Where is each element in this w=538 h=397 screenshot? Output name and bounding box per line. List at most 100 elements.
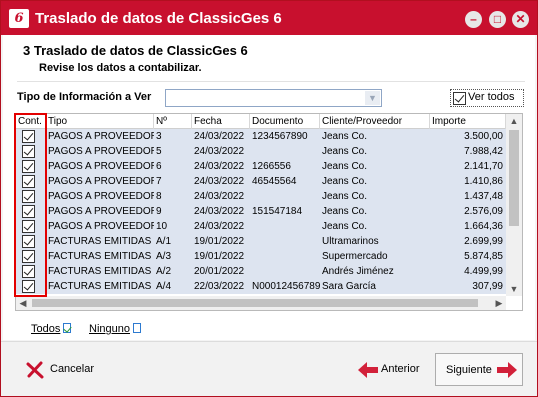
- next-button[interactable]: Siguiente: [435, 353, 523, 386]
- col-documento[interactable]: Documento: [250, 114, 320, 129]
- cell-importe: 1.437,48: [430, 189, 506, 204]
- cell-fecha: 24/03/2022: [192, 174, 250, 189]
- arrow-left-icon: [358, 362, 378, 378]
- uncheck-all-icon: [132, 323, 141, 333]
- vertical-scrollbar[interactable]: ▲ ▼: [506, 114, 522, 296]
- cell-tipo: FACTURAS EMITIDAS: [46, 234, 154, 249]
- cell-numero: A/3: [154, 249, 192, 264]
- ver-todos-label: Ver todos: [468, 91, 515, 103]
- scroll-down-icon[interactable]: ▼: [506, 282, 522, 296]
- cell-importe: 3.500,00: [430, 129, 506, 144]
- data-grid[interactable]: Cont. Tipo Nº Fecha Documento Cliente/Pr…: [15, 113, 523, 311]
- cell-documento: [250, 264, 320, 279]
- table-row[interactable]: FACTURAS EMITIDAS A/1 19/01/2022 Ultramarin…: [16, 234, 506, 249]
- next-label: Siguiente: [446, 364, 492, 376]
- table-row[interactable]: FACTURAS EMITIDAS A/4 22/03/2022 N000124567…: [16, 279, 506, 294]
- cell-numero: 9: [154, 204, 192, 219]
- cell-importe: 5.874,85: [430, 249, 506, 264]
- title-bar[interactable]: 6 Traslado de datos de ClassicGes 6 – □ …: [1, 1, 537, 35]
- ninguno-label: Ninguno: [89, 323, 130, 335]
- table-row[interactable]: PAGOS A PROVEEDOR 9 24/03/2022 151547184 Jea…: [16, 204, 506, 219]
- horizontal-scrollbar[interactable]: ◀ ▶: [16, 296, 506, 310]
- cell-numero: A/2: [154, 264, 192, 279]
- cell-cliente: Jeans Co.: [320, 204, 430, 219]
- grid-header: Cont. Tipo Nº Fecha Documento Cliente/Pr…: [16, 114, 506, 129]
- scroll-thumb[interactable]: [509, 130, 519, 226]
- ver-todos-check-icon[interactable]: [453, 92, 466, 105]
- cell-fecha: 24/03/2022: [192, 159, 250, 174]
- scroll-left-icon[interactable]: ◀: [16, 296, 30, 310]
- select-none-button[interactable]: Ninguno: [89, 323, 141, 335]
- table-row[interactable]: PAGOS A PROVEEDOR 6 24/03/2022 1266556 Jeans…: [16, 159, 506, 174]
- cell-cliente: Andrés Jiménez: [320, 264, 430, 279]
- previous-label: Anterior: [381, 363, 420, 375]
- cell-tipo: PAGOS A PROVEEDOR: [46, 189, 154, 204]
- window-title: Traslado de datos de ClassicGes 6: [35, 10, 282, 27]
- cell-documento: N000124567896: [250, 279, 320, 294]
- cancel-label: Cancelar: [50, 363, 95, 375]
- cell-cliente: Jeans Co.: [320, 219, 430, 234]
- cell-numero: 5: [154, 144, 192, 159]
- table-row[interactable]: PAGOS A PROVEEDOR 7 24/03/2022 46545564 Jean…: [16, 174, 506, 189]
- cell-fecha: 22/03/2022: [192, 279, 250, 294]
- cell-cliente: Jeans Co.: [320, 174, 430, 189]
- cell-fecha: 19/01/2022: [192, 234, 250, 249]
- cell-tipo: PAGOS A PROVEEDOR: [46, 174, 154, 189]
- col-fecha[interactable]: Fecha: [192, 114, 250, 129]
- table-row[interactable]: PAGOS A PROVEEDOR 5 24/03/2022 Jeans Co. 7.9…: [16, 144, 506, 159]
- cont-column-highlight: [14, 113, 47, 297]
- table-row[interactable]: FACTURAS EMITIDAS A/2 20/01/2022 Andrés Jim…: [16, 264, 506, 279]
- scroll-right-icon[interactable]: ▶: [492, 296, 506, 310]
- cell-tipo: PAGOS A PROVEEDOR: [46, 204, 154, 219]
- cell-cliente: Jeans Co.: [320, 159, 430, 174]
- chevron-down-icon[interactable]: ▼: [365, 91, 380, 105]
- hscroll-thumb[interactable]: [32, 299, 478, 307]
- cell-cliente: Ultramarinos: [320, 234, 430, 249]
- main-panel: 3 Traslado de datos de ClassicGes 6 Revi…: [3, 35, 535, 340]
- cell-importe: 1.664,36: [430, 219, 506, 234]
- cell-fecha: 24/03/2022: [192, 204, 250, 219]
- arrow-right-icon: [497, 362, 517, 378]
- cell-numero: A/1: [154, 234, 192, 249]
- restore-icon[interactable]: □: [489, 11, 506, 28]
- step-title: 3 Traslado de datos de ClassicGes 6: [23, 43, 248, 58]
- divider: [17, 81, 525, 82]
- col-importe[interactable]: Importe: [430, 114, 506, 129]
- col-tipo[interactable]: Tipo: [46, 114, 154, 129]
- cell-cliente: Jeans Co.: [320, 189, 430, 204]
- cell-importe: 1.410,86: [430, 174, 506, 189]
- select-all-button[interactable]: Todos: [31, 323, 72, 335]
- dialog-window: 6 Traslado de datos de ClassicGes 6 – □ …: [0, 0, 538, 397]
- cell-importe: 7.988,42: [430, 144, 506, 159]
- app-logo-icon: 6: [9, 9, 29, 28]
- cell-importe: 2.141,70: [430, 159, 506, 174]
- cell-tipo: FACTURAS EMITIDAS: [46, 279, 154, 294]
- col-cliente[interactable]: Cliente/Proveedor: [320, 114, 430, 129]
- cell-documento: 46545564: [250, 174, 320, 189]
- cell-cliente: Sara García: [320, 279, 430, 294]
- cell-fecha: 20/01/2022: [192, 264, 250, 279]
- close-icon[interactable]: ✕: [512, 11, 529, 28]
- cell-numero: 6: [154, 159, 192, 174]
- table-row[interactable]: FACTURAS EMITIDAS A/3 19/01/2022 Supermerca…: [16, 249, 506, 264]
- table-row[interactable]: PAGOS A PROVEEDOR 8 24/03/2022 Jeans Co. 1.4…: [16, 189, 506, 204]
- cell-documento: [250, 219, 320, 234]
- minimize-icon[interactable]: –: [465, 11, 482, 28]
- tipo-select[interactable]: ▼: [165, 89, 382, 107]
- table-row[interactable]: PAGOS A PROVEEDOR 3 24/03/2022 1234567890 Je…: [16, 129, 506, 144]
- todos-label: Todos: [31, 323, 61, 335]
- cell-fecha: 24/03/2022: [192, 189, 250, 204]
- cell-tipo: PAGOS A PROVEEDOR: [46, 219, 154, 234]
- ver-todos-checkbox[interactable]: Ver todos: [450, 89, 524, 107]
- footer-bar: Cancelar Anterior Siguiente: [1, 341, 537, 396]
- cell-documento: [250, 189, 320, 204]
- cell-numero: A/4: [154, 279, 192, 294]
- table-row[interactable]: PAGOS A PROVEEDOR 10 24/03/2022 Jeans Co. 1.…: [16, 219, 506, 234]
- cell-numero: 3: [154, 129, 192, 144]
- cell-importe: 4.499,99: [430, 264, 506, 279]
- cell-cliente: Jeans Co.: [320, 129, 430, 144]
- scroll-up-icon[interactable]: ▲: [506, 114, 522, 128]
- step-subtitle: Revise los datos a contabilizar.: [39, 62, 202, 74]
- col-numero[interactable]: Nº: [154, 114, 192, 129]
- cell-tipo: PAGOS A PROVEEDOR: [46, 144, 154, 159]
